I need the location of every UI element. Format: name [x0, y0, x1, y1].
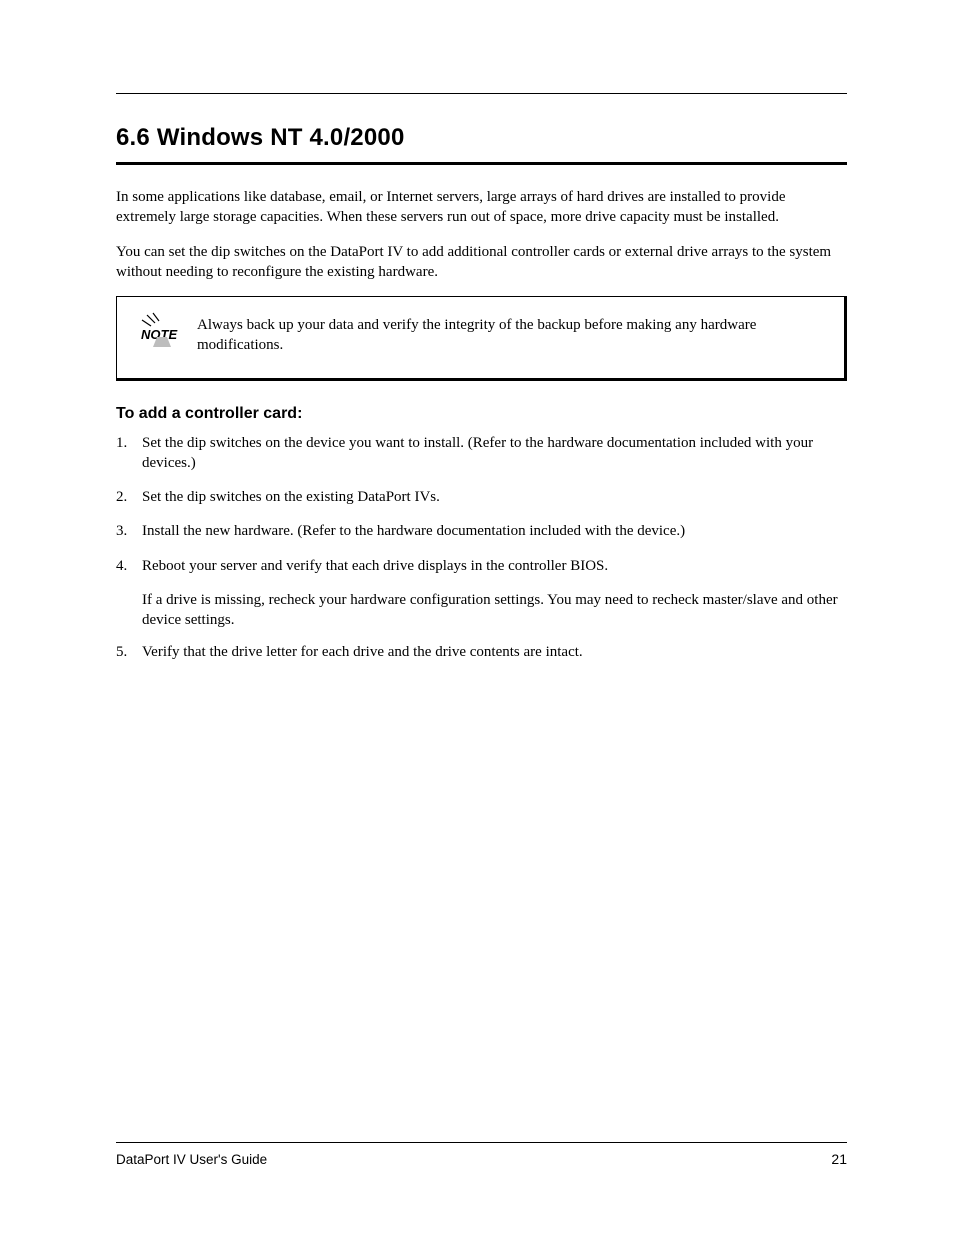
footer-page-number: 21 [831, 1151, 847, 1167]
intro-paragraph-1: In some applications like database, emai… [116, 187, 847, 228]
subsection-heading: To add a controller card: [116, 405, 847, 423]
note-text: Always back up your data and verify the … [197, 315, 826, 356]
step-item: Set the dip switches on the device you w… [116, 433, 847, 474]
procedure-steps-2: Verify that the drive letter for each dr… [116, 642, 847, 662]
page-footer: DataPort IV User's Guide 21 [116, 1142, 847, 1167]
section-number: 6.6 [116, 124, 150, 151]
step-item: Reboot your server and verify that each … [116, 556, 847, 576]
footer-line: DataPort IV User's Guide 21 [116, 1151, 847, 1167]
step-item: Verify that the drive letter for each dr… [116, 642, 847, 662]
section-heading: 6.6 Windows NT 4.0/2000 [116, 124, 847, 152]
note-callout: NOTE Always back up your data and verify… [116, 296, 847, 381]
header-rule-thick [116, 162, 847, 165]
header-rule-thin [116, 93, 847, 94]
footer-doc-title: DataPort IV User's Guide [116, 1152, 267, 1167]
step-item: Set the dip switches on the existing Dat… [116, 487, 847, 507]
intro-paragraph-2: You can set the dip switches on the Data… [116, 242, 847, 283]
step-note-paragraph: If a drive is missing, recheck your hard… [142, 590, 847, 631]
step-item: Install the new hardware. (Refer to the … [116, 521, 847, 541]
document-page: 6.6 Windows NT 4.0/2000 In some applicat… [0, 0, 954, 663]
footer-rule [116, 1142, 847, 1143]
note-icon: NOTE [137, 311, 181, 349]
procedure-steps-1: Set the dip switches on the device you w… [116, 433, 847, 576]
section-title-text: Windows NT 4.0/2000 [157, 124, 405, 151]
